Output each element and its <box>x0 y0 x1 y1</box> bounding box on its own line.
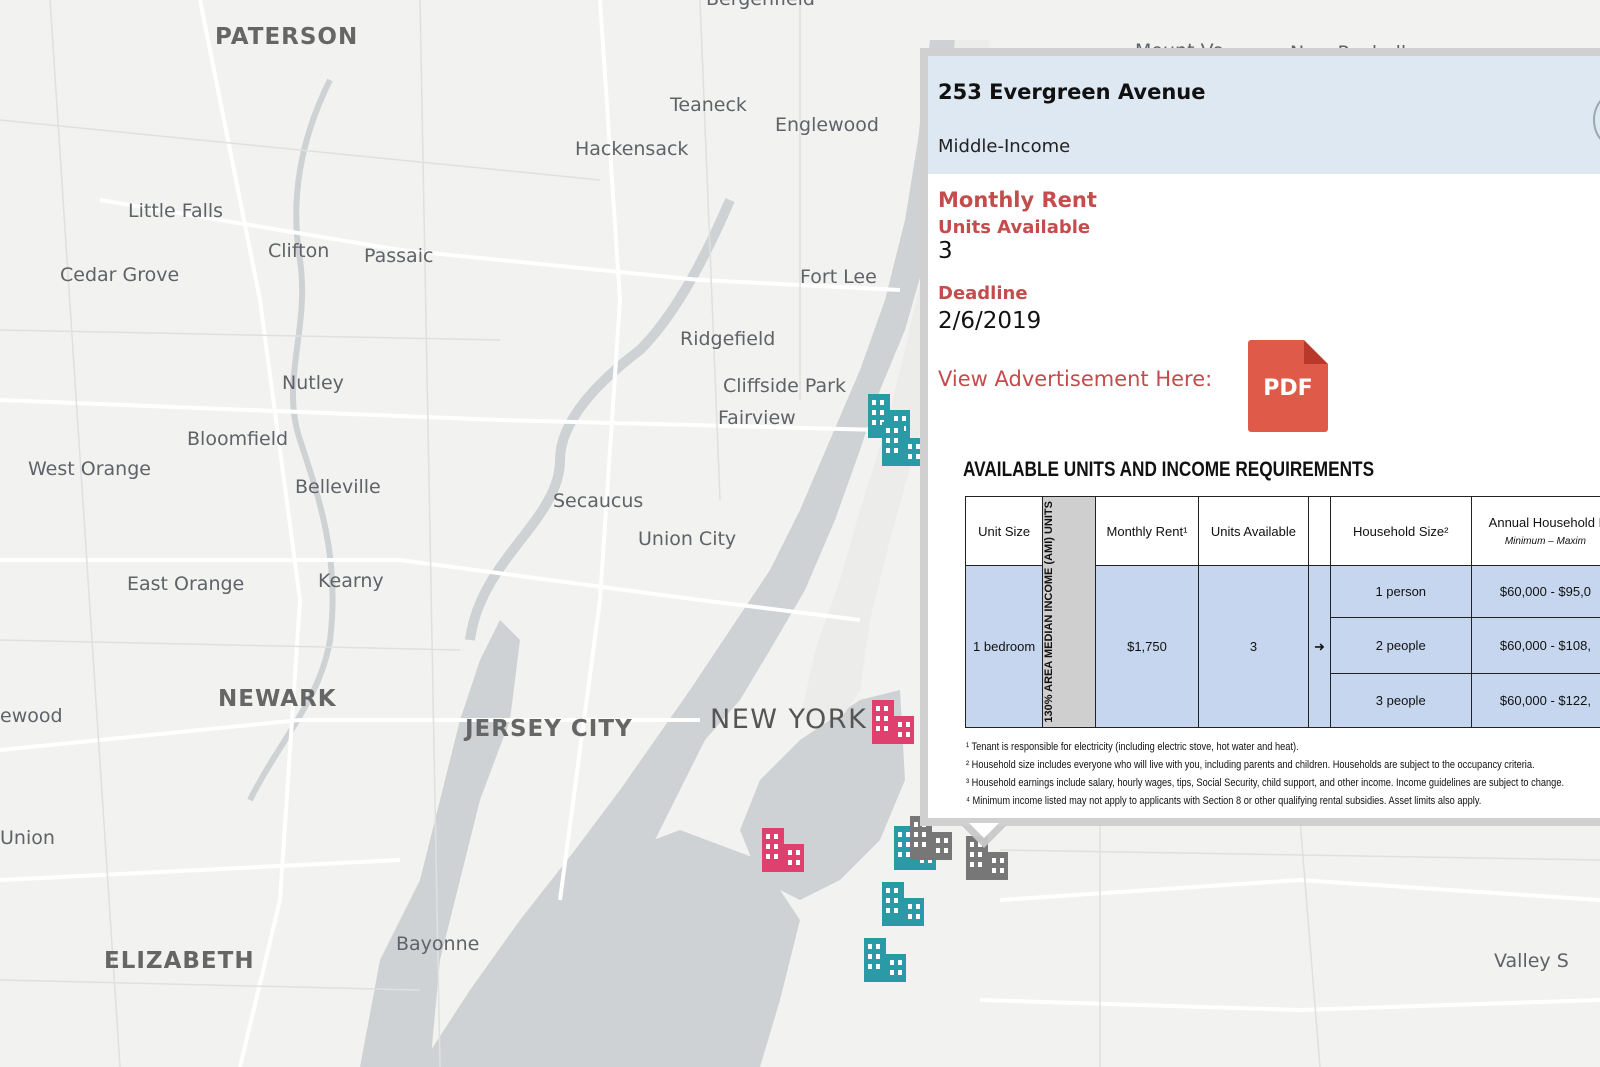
map-label: Bayonne <box>396 933 480 955</box>
map-label: Fort Lee <box>800 266 877 288</box>
cell-income: $60,000 - $122, <box>1470 673 1600 728</box>
requirements-table: Unit Size 130% AREA MEDIAN INCOME (AMI) … <box>964 496 1600 728</box>
map-label: NEW YORK <box>710 704 868 735</box>
header-annual-income: Annual Household I Minimum – Maxim <box>1470 496 1600 566</box>
header-annual-income-sub: Minimum – Maxim <box>1504 536 1586 547</box>
map-label: Clifton <box>268 240 330 262</box>
requirements-title: AVAILABLE UNITS AND INCOME REQUIREMENTS <box>963 458 1375 481</box>
popup-header: 253 Evergreen Avenue Middle-Income <box>928 56 1600 174</box>
map-label: Ridgefield <box>680 328 776 350</box>
popup-pointer <box>962 823 1006 848</box>
footnote-4: ⁴ Minimum income listed may not apply to… <box>966 795 1482 807</box>
map-label: Bergenfield <box>706 0 815 10</box>
map-label: NEWARK <box>218 686 337 712</box>
building-icon[interactable] <box>870 698 918 752</box>
map-label: Little Falls <box>128 200 224 222</box>
footnote-1: ¹ Tenant is responsible for electricity … <box>966 741 1299 753</box>
pdf-icon-label: PDF <box>1263 376 1313 401</box>
cell-unit-size: 1 bedroom <box>964 565 1044 728</box>
cell-household-size: 3 people <box>1329 673 1472 728</box>
map-label: Cedar Grove <box>60 264 180 286</box>
advertisement-label: View Advertisement Here: <box>938 367 1213 391</box>
header-annual-income-label: Annual Household I <box>1488 515 1600 530</box>
units-available-value: 3 <box>938 238 953 264</box>
monthly-rent-label: Monthly Rent <box>938 188 1097 212</box>
ami-label: 130% AREA MEDIAN INCOME (AMI) UNITS <box>1043 501 1056 723</box>
popup-subtitle: Middle-Income <box>938 136 1071 157</box>
map-label: Bloomfield <box>187 428 289 450</box>
cell-income: $60,000 - $108, <box>1470 617 1600 674</box>
arrow-icon: ➜ <box>1308 565 1331 728</box>
map-label: ELIZABETH <box>104 948 255 974</box>
map-label: JERSEY CITY <box>465 716 633 742</box>
agency-logo-icon <box>1593 88 1600 152</box>
building-icon[interactable] <box>760 826 808 880</box>
map-label: Belleville <box>295 476 381 498</box>
footnote-2: ² Household size includes everyone who w… <box>966 759 1535 771</box>
map-label: ewood <box>0 705 63 727</box>
header-arrow <box>1308 496 1331 566</box>
deadline-value: 2/6/2019 <box>938 308 1042 334</box>
popup-title: 253 Evergreen Avenue <box>938 80 1206 104</box>
map-label: Teaneck <box>670 94 747 116</box>
map-label: Union City <box>638 528 737 550</box>
cell-units: 3 <box>1197 565 1310 728</box>
map-label: PATERSON <box>215 24 359 50</box>
cell-household-size: 1 person <box>1329 565 1472 618</box>
header-household-size: Household Size² <box>1329 496 1472 566</box>
cell-income: $60,000 - $95,0 <box>1470 565 1600 618</box>
header-monthly-rent: Monthly Rent¹ <box>1095 496 1199 566</box>
map-label: Secaucus <box>553 490 644 512</box>
map-label: East Orange <box>127 573 245 595</box>
pdf-icon[interactable]: PDF <box>1248 340 1328 432</box>
listing-popup: 253 Evergreen Avenue Middle-Income Month… <box>920 48 1600 826</box>
cell-rent: $1,750 <box>1095 565 1199 728</box>
cell-household-size: 2 people <box>1329 617 1472 674</box>
units-available-label: Units Available <box>938 217 1091 238</box>
table-header-row: Unit Size 130% AREA MEDIAN INCOME (AMI) … <box>964 496 1600 728</box>
map-label: Kearny <box>318 570 384 592</box>
building-icon[interactable] <box>880 880 928 934</box>
ami-band: 130% AREA MEDIAN INCOME (AMI) UNITS <box>1042 496 1097 728</box>
map-label: West Orange <box>28 458 151 480</box>
deadline-label: Deadline <box>938 283 1028 304</box>
map-label: Union <box>0 827 55 849</box>
footnote-3: ³ Household earnings include salary, hou… <box>966 777 1565 789</box>
map-label: Englewood <box>775 114 879 136</box>
header-unit-size: Unit Size <box>964 496 1044 566</box>
map-label: Passaic <box>364 245 434 267</box>
map-label: Fairview <box>718 407 796 429</box>
map-label: Nutley <box>282 372 344 394</box>
map-label: Valley S <box>1494 950 1569 972</box>
building-icon[interactable] <box>862 936 910 990</box>
header-units-available: Units Available <box>1197 496 1310 566</box>
map-label: Cliffside Park <box>723 375 846 397</box>
map-label: Hackensack <box>575 138 689 160</box>
